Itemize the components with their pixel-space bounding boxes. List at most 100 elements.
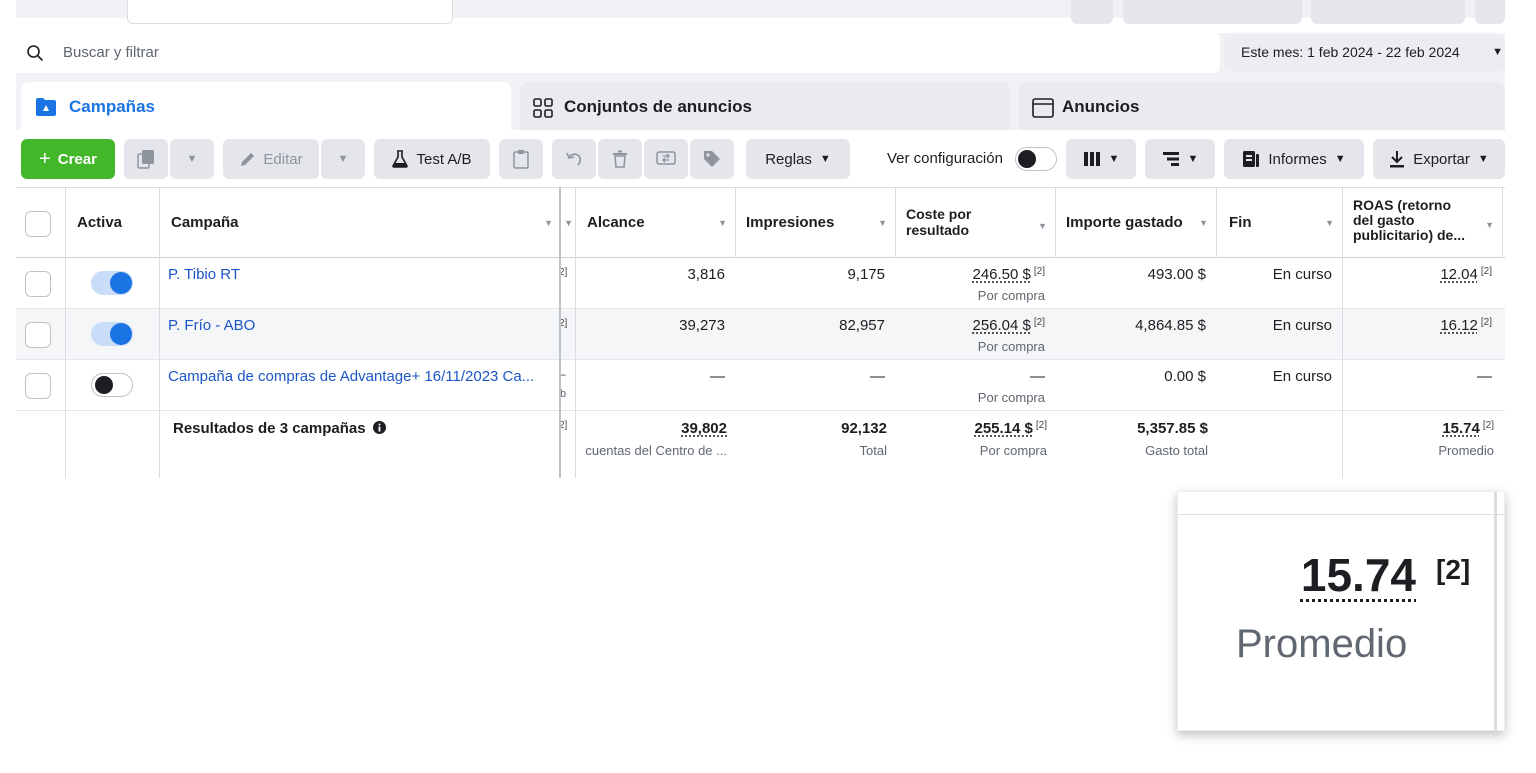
pencil-icon bbox=[241, 153, 255, 166]
tab-ads[interactable]: Anuncios bbox=[1019, 82, 1505, 130]
create-button[interactable]: + Crear bbox=[21, 139, 115, 179]
search-input[interactable]: Buscar y filtrar bbox=[16, 33, 1220, 73]
compare-button[interactable] bbox=[644, 139, 688, 179]
edit-dropdown[interactable]: ▼ bbox=[321, 139, 365, 179]
select-all-checkbox[interactable] bbox=[25, 211, 51, 237]
table-row[interactable]: P. Tibio RT 2] 3,816 9,175 246.50 $ [2] P… bbox=[16, 258, 1505, 309]
row-checkbox[interactable] bbox=[25, 271, 51, 297]
campaign-toggle[interactable] bbox=[91, 322, 133, 346]
campaign-name-link[interactable]: P. Frío - ABO bbox=[168, 317, 255, 334]
campaign-toggle[interactable] bbox=[91, 271, 133, 295]
column-divider bbox=[575, 187, 576, 478]
roas-value[interactable]: 12.04 bbox=[1440, 266, 1478, 283]
spent-value: 4,864.85 $ bbox=[1135, 317, 1206, 334]
impressions-cell: 9,175 bbox=[735, 258, 895, 308]
tab-ad-sets-label: Conjuntos de anuncios bbox=[564, 97, 752, 116]
table-row[interactable]: P. Frío - ABO 2] 39,273 82,957 256.04 $[… bbox=[16, 309, 1505, 360]
cost-sub: Por compra bbox=[977, 339, 1045, 354]
trash-icon bbox=[613, 150, 627, 168]
summary-reach-number[interactable]: 39,802 bbox=[681, 420, 727, 437]
footnote-marker: [2] bbox=[1480, 317, 1492, 328]
reach-value: — bbox=[710, 368, 725, 385]
summary-roas-wrap: 15.74 [2] bbox=[1442, 420, 1494, 437]
header-active: Activa bbox=[77, 214, 123, 231]
campaign-name-link[interactable]: P. Tibio RT bbox=[168, 266, 240, 283]
cost-value: — bbox=[1030, 368, 1045, 385]
summary-reach-sub: cuentas del Centro de ... bbox=[585, 443, 727, 458]
column-divider bbox=[65, 187, 66, 478]
spent-cell: 0.00 $ bbox=[1055, 360, 1216, 410]
table-row[interactable]: Campaña de compras de Advantage+ 16/11/2… bbox=[16, 360, 1505, 411]
cost-value[interactable]: 246.50 $ bbox=[972, 266, 1030, 283]
plus-icon: + bbox=[39, 147, 51, 170]
header-campaign[interactable]: Campaña ▼ bbox=[171, 188, 561, 259]
campaign-name-link[interactable]: Campaña de compras de Advantage+ 16/11/2… bbox=[168, 368, 534, 385]
header-end-label: Fin bbox=[1229, 214, 1252, 231]
delete-button[interactable] bbox=[598, 139, 642, 179]
summary-reach-cell: 39,802 cuentas del Centro de ... bbox=[576, 411, 735, 478]
summary-reach-value: 39,802 bbox=[681, 420, 727, 437]
header-roas[interactable]: ROAS (retorno del gasto publicitario) de… bbox=[1342, 188, 1502, 259]
sort-caret-icon: ▼ bbox=[1199, 218, 1208, 228]
cost-value[interactable]: 256.04 $ bbox=[972, 317, 1030, 334]
download-icon bbox=[1390, 151, 1405, 168]
ad-window-icon bbox=[1032, 98, 1054, 118]
cost-value-wrap: 246.50 $ [2] bbox=[972, 266, 1045, 283]
summary-cost-value[interactable]: 255.14 $ bbox=[974, 420, 1032, 437]
header-amount-spent[interactable]: Importe gastado ▼ bbox=[1055, 188, 1216, 259]
date-range-button[interactable]: Este mes: 1 feb 2024 - 22 feb 2024 ▼ bbox=[1224, 35, 1505, 71]
summary-cost-wrap: 255.14 $ [2] bbox=[974, 420, 1047, 437]
cost-sub: Por compra bbox=[977, 288, 1045, 303]
caret-down-icon: ▼ bbox=[1492, 46, 1503, 58]
ab-test-button[interactable]: Test A/B bbox=[374, 139, 490, 179]
header-reach[interactable]: Alcance ▼ bbox=[576, 188, 735, 259]
roas-cell: 16.12 [2] bbox=[1342, 309, 1502, 359]
sort-caret-icon: ▼ bbox=[1485, 220, 1494, 230]
tab-ad-sets[interactable]: Conjuntos de anuncios bbox=[520, 82, 1010, 130]
summary-roas-cell: 15.74 [2] Promedio bbox=[1342, 411, 1502, 478]
info-icon[interactable] bbox=[372, 421, 386, 434]
view-setup-toggle[interactable] bbox=[1015, 147, 1057, 171]
export-button[interactable]: Exportar ▼ bbox=[1373, 139, 1505, 179]
tab-campaigns[interactable]: Campañas bbox=[21, 82, 511, 130]
header-end[interactable]: Fin ▼ bbox=[1216, 188, 1342, 259]
columns-button[interactable]: ▼ bbox=[1066, 139, 1136, 179]
header-reach-label: Alcance bbox=[587, 214, 645, 231]
duplicate-button[interactable] bbox=[124, 139, 168, 179]
sort-caret-icon: ▼ bbox=[878, 218, 887, 228]
top-button[interactable] bbox=[1123, 0, 1302, 24]
top-button[interactable] bbox=[1475, 0, 1505, 24]
tag-button[interactable] bbox=[690, 139, 734, 179]
footnote-marker: [2] bbox=[1033, 266, 1045, 277]
undo-button[interactable] bbox=[552, 139, 596, 179]
caret-down-icon: ▼ bbox=[819, 153, 831, 165]
row-checkbox[interactable] bbox=[25, 373, 51, 399]
rules-button[interactable]: Reglas ▼ bbox=[746, 139, 850, 179]
row-checkbox[interactable] bbox=[25, 322, 51, 348]
summary-roas-value[interactable]: 15.74 bbox=[1442, 420, 1480, 437]
impressions-value: — bbox=[870, 368, 885, 385]
header-impressions[interactable]: Impresiones ▼ bbox=[735, 188, 895, 259]
rules-label: Reglas bbox=[765, 150, 812, 168]
cost-value-wrap: 256.04 $ [2] bbox=[972, 317, 1045, 334]
breakdown-button[interactable]: ▼ bbox=[1145, 139, 1215, 179]
account-selector[interactable] bbox=[127, 0, 453, 24]
campaign-toggle[interactable] bbox=[91, 373, 133, 397]
end-value: En curso bbox=[1272, 317, 1332, 334]
toggle-knob bbox=[95, 376, 113, 394]
top-button[interactable] bbox=[1071, 0, 1113, 24]
summary-label-wrap: Resultados de 3 campañas bbox=[173, 420, 386, 437]
ab-test-label: Test A/B bbox=[416, 150, 472, 168]
top-button[interactable] bbox=[1311, 0, 1465, 24]
reports-button[interactable]: Informes ▼ bbox=[1224, 139, 1364, 179]
edit-button[interactable]: Editar bbox=[223, 139, 319, 179]
zoom-footnote-marker: [2] bbox=[1436, 554, 1471, 585]
roas-value[interactable]: 16.12 bbox=[1440, 317, 1478, 334]
column-divider bbox=[159, 187, 160, 478]
tag-icon bbox=[704, 151, 720, 167]
export-label: Exportar bbox=[1413, 150, 1470, 168]
header-cost-per-result[interactable]: Coste por resultado ▼ bbox=[895, 188, 1055, 259]
frozen-column-divider bbox=[559, 187, 561, 478]
duplicate-dropdown[interactable]: ▼ bbox=[170, 139, 214, 179]
clipboard-button[interactable] bbox=[499, 139, 543, 179]
